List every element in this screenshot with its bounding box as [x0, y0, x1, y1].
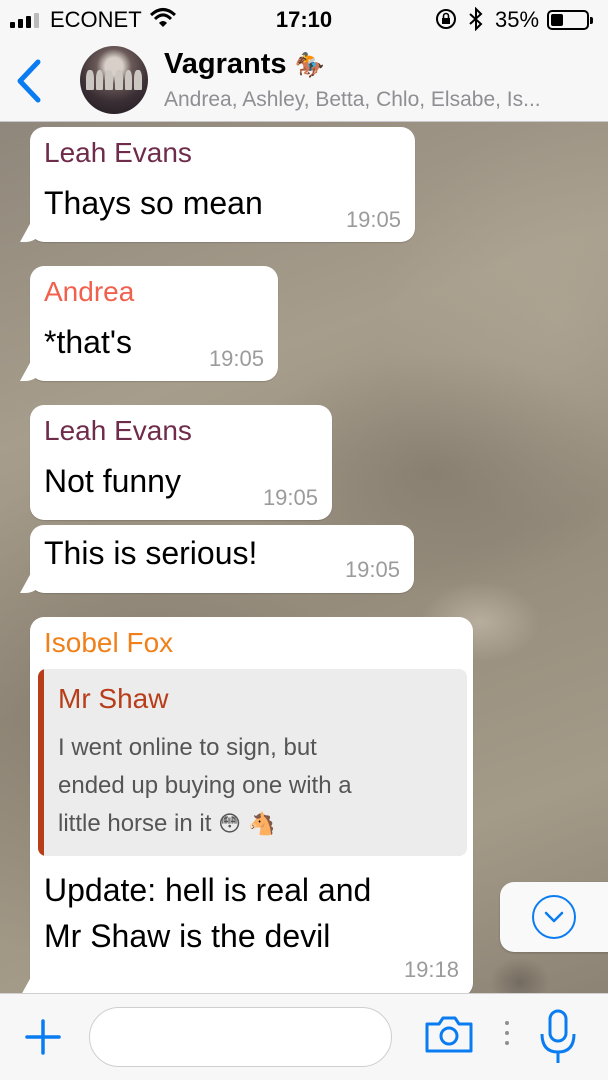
- message-sender: Leah Evans: [44, 137, 192, 168]
- chat-header: Vagrants 🏇 Andrea, Ashley, Betta, Chlo, …: [0, 40, 608, 122]
- attach-button[interactable]: [24, 1018, 62, 1056]
- message-text: Thays so mean: [44, 185, 263, 221]
- horse-racing-emoji: 🏇: [294, 51, 325, 79]
- plus-icon: [25, 1019, 61, 1055]
- back-chevron-icon: [17, 59, 41, 103]
- quoted-text-line: ended up buying one with a: [58, 772, 352, 799]
- battery-icon: [547, 10, 593, 30]
- back-button[interactable]: [12, 56, 52, 106]
- quoted-text-line: little horse in it: [58, 810, 212, 837]
- voice-record-button[interactable]: [538, 1008, 578, 1066]
- message-text: Update: hell is real and Mr Shaw is the …: [44, 867, 371, 959]
- quoted-text-line: I went online to sign, but: [58, 734, 317, 761]
- message-time: 19:05: [208, 346, 264, 371]
- scroll-down-icon: [532, 895, 576, 939]
- camera-button[interactable]: [424, 1014, 474, 1054]
- microphone-icon: [540, 1009, 576, 1063]
- message-list[interactable]: Leah Evans Thays so mean 19:05 Andrea *t…: [0, 122, 608, 993]
- message-bubble[interactable]: Leah Evans Thays so mean 19:05: [30, 127, 415, 242]
- group-title[interactable]: Vagrants 🏇: [164, 48, 324, 81]
- message-text: Not funny: [44, 463, 181, 499]
- more-dots-icon: [502, 1018, 512, 1048]
- scroll-down-button[interactable]: [500, 882, 608, 952]
- message-text-line: Update: hell is real and: [44, 872, 372, 908]
- message-bubble[interactable]: Andrea *that's 19:05: [30, 266, 278, 381]
- quoted-emojis: 😳 🐴: [218, 812, 276, 837]
- battery-percent: 35%: [495, 7, 540, 32]
- message-time: 19:05: [345, 207, 401, 232]
- group-avatar[interactable]: [80, 46, 148, 114]
- message-time: 19:18: [403, 957, 459, 982]
- message-text: *that's: [44, 324, 132, 360]
- status-bar: ECONET 17:10 35%: [0, 0, 608, 40]
- rotation-lock-icon: [434, 7, 458, 37]
- message-time: 19:05: [344, 557, 400, 582]
- message-bubble[interactable]: Isobel Fox Mr Shaw I went online to sign…: [30, 617, 473, 993]
- message-bubble[interactable]: This is serious! 19:05: [30, 525, 414, 593]
- quoted-text: I went online to sign, but ended up buyi…: [58, 729, 458, 844]
- message-sender: Isobel Fox: [44, 627, 174, 658]
- quoted-sender: Mr Shaw: [58, 683, 169, 714]
- message-text: This is serious!: [44, 535, 258, 571]
- quote-accent-bar: [38, 669, 44, 856]
- quoted-message[interactable]: Mr Shaw I went online to sign, but ended…: [38, 669, 467, 856]
- message-bubble[interactable]: Leah Evans Not funny 19:05: [30, 405, 332, 520]
- message-sender: Leah Evans: [44, 415, 192, 446]
- group-name: Vagrants: [164, 48, 287, 80]
- message-text-line: Mr Shaw is the devil: [44, 918, 331, 954]
- camera-icon: [425, 1016, 473, 1053]
- message-sender: Andrea: [44, 276, 135, 307]
- message-time: 19:05: [262, 485, 318, 510]
- message-input-bar: [0, 993, 608, 1080]
- bluetooth-icon: [468, 6, 484, 37]
- message-input[interactable]: [89, 1007, 392, 1067]
- group-members[interactable]: Andrea, Ashley, Betta, Chlo, Elsabe, Is.…: [164, 88, 594, 112]
